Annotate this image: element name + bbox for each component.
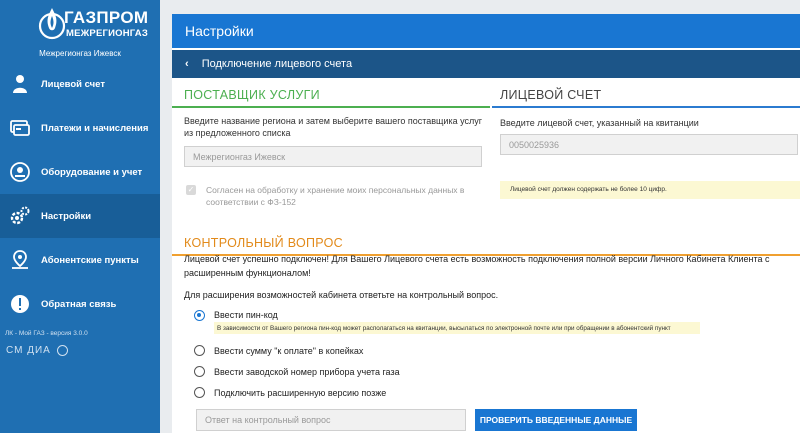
sidebar-item-offices[interactable]: Абонентские пункты bbox=[0, 238, 160, 282]
sidebar-item-account[interactable]: Лицевой счет bbox=[0, 62, 160, 106]
question-prompt: Для расширения возможностей кабинета отв… bbox=[184, 290, 499, 300]
sidebar-item-equipment[interactable]: Оборудование и учет bbox=[0, 150, 160, 194]
provider-instruction: Введите название региона и затем выберит… bbox=[184, 116, 483, 138]
person-icon bbox=[8, 72, 32, 96]
sidebar-nav: Лицевой счет Платежи и начисления Оборуд… bbox=[0, 62, 160, 326]
radio-later-label[interactable]: Подключить расширенную версию позже bbox=[214, 388, 386, 398]
success-message: Лицевой счет успешно подключен! Для Ваше… bbox=[184, 254, 770, 278]
radio-meter-number[interactable] bbox=[194, 366, 205, 377]
sidebar-item-settings[interactable]: Настройки bbox=[0, 194, 160, 238]
radio-later[interactable] bbox=[194, 387, 205, 398]
gear-icon bbox=[8, 204, 32, 228]
account-hint: Лицевой счет должен содержать не более 1… bbox=[500, 181, 800, 199]
sidebar-item-label: Обратная связь bbox=[41, 298, 117, 310]
region-name: Межрегионгаз Ижевск bbox=[39, 49, 121, 58]
flame-logo-icon bbox=[38, 8, 66, 40]
feedback-icon bbox=[8, 292, 32, 316]
provider-field[interactable]: Межрегионгаз Ижевск bbox=[184, 146, 482, 167]
brand-subtitle: МЕЖРЕГИОНГАЗ bbox=[66, 28, 148, 39]
payments-icon bbox=[8, 116, 32, 140]
location-icon bbox=[8, 248, 32, 272]
sub-header: ‹ Подключение лицевого счета bbox=[172, 50, 800, 78]
provider-divider bbox=[172, 106, 490, 108]
sidebar-item-label: Настройки bbox=[41, 210, 92, 222]
provider-heading: ПОСТАВЩИК УСЛУГИ bbox=[184, 88, 320, 102]
account-number-field[interactable]: 0050025936 bbox=[500, 134, 798, 155]
radio-meter-number-label[interactable]: Ввести заводской номер прибора учета газ… bbox=[214, 367, 400, 377]
gazprom-logo[interactable]: ГАЗПРОМ МЕЖРЕГИОНГАЗ bbox=[0, 0, 160, 48]
verify-button[interactable]: ПРОВЕРИТЬ ВВЕДЕННЫЕ ДАННЫЕ bbox=[475, 409, 637, 431]
consent-label: Согласен на обработку и хранение моих пе… bbox=[206, 185, 465, 207]
sub-header-title: Подключение лицевого счета bbox=[201, 58, 353, 70]
meter-icon bbox=[8, 160, 32, 184]
back-chevron-icon[interactable]: ‹ bbox=[185, 58, 189, 70]
page-header: Настройки bbox=[172, 14, 800, 48]
sidebar-item-feedback[interactable]: Обратная связь bbox=[0, 282, 160, 326]
sidebar: ГАЗПРОМ МЕЖРЕГИОНГАЗ Межрегионгаз Ижевск… bbox=[0, 0, 160, 433]
radio-pin-code[interactable] bbox=[194, 310, 205, 321]
radio-pin-code-label[interactable]: Ввести пин-код bbox=[214, 310, 278, 320]
page-title: Настройки bbox=[185, 23, 254, 39]
account-heading: ЛИЦЕВОЙ СЧЕТ bbox=[500, 88, 602, 102]
brand-title: ГАЗПРОМ bbox=[64, 8, 149, 27]
app-version: ЛК - Мой ГАЗ - версия 3.0.0 bbox=[5, 330, 88, 337]
sidebar-item-label: Абонентские пункты bbox=[41, 254, 139, 266]
developer-logo-text: СМ ДИА bbox=[6, 345, 51, 357]
answer-input[interactable]: Ответ на контрольный вопрос bbox=[196, 409, 466, 431]
sidebar-item-label: Платежи и начисления bbox=[41, 122, 149, 134]
radio-amount[interactable] bbox=[194, 345, 205, 356]
sidebar-item-payments[interactable]: Платежи и начисления bbox=[0, 106, 160, 150]
consent-checkbox[interactable]: ✓ bbox=[186, 185, 196, 195]
question-heading: КОНТРОЛЬНЫЙ ВОПРОС bbox=[184, 236, 343, 250]
pin-hint: В зависимости от Вашего региона пин-код … bbox=[214, 322, 700, 334]
radio-amount-label[interactable]: Ввести сумму "к оплате" в копейках bbox=[214, 346, 363, 356]
account-instruction: Введите лицевой счет, указанный на квита… bbox=[500, 118, 699, 128]
developer-logo: СМ ДИА bbox=[6, 345, 68, 356]
main-panel: Настройки ‹ Подключение лицевого счета П… bbox=[172, 14, 800, 433]
sidebar-item-label: Лицевой счет bbox=[41, 78, 105, 90]
account-divider bbox=[492, 106, 800, 108]
sidebar-item-label: Оборудование и учет bbox=[41, 166, 143, 178]
developer-logo-circle-icon bbox=[56, 345, 68, 356]
